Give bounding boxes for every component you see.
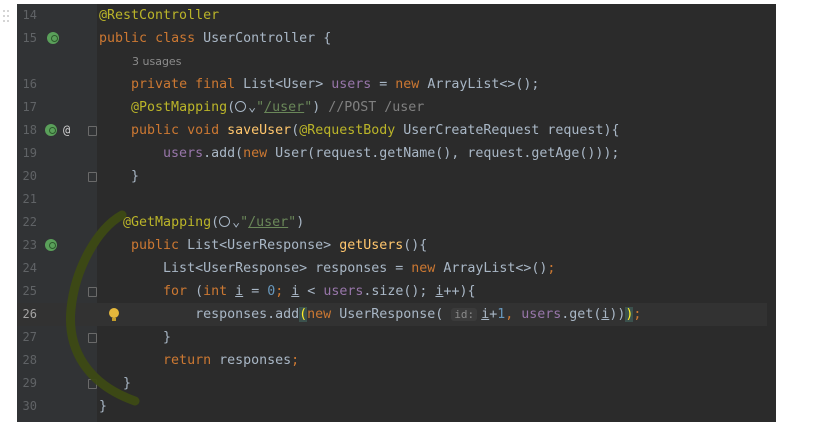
line-number: 18: [22, 123, 37, 137]
line-number: 20: [22, 169, 37, 183]
handdrawn-bracket-annotation: [66, 210, 140, 406]
code-line[interactable]: 14 @RestController: [17, 4, 776, 27]
code-line[interactable]: 17 @PostMapping(⌄"/user") //POST /user: [17, 96, 776, 119]
usages-line: 3 usages: [17, 50, 776, 73]
spring-bean-icon[interactable]: [47, 32, 59, 44]
vertical-scrollbar[interactable]: [767, 4, 776, 422]
url-globe-icon[interactable]: [219, 216, 231, 227]
line-number: 24: [22, 261, 37, 275]
line-number: 28: [22, 353, 37, 367]
line-number: 25: [22, 284, 37, 298]
line-number: 17: [22, 100, 37, 114]
line-number: 15: [22, 31, 37, 45]
drag-handle[interactable]: [3, 10, 11, 30]
annotation: @RestController: [99, 8, 220, 23]
line-number: 23: [22, 238, 37, 252]
line-number: 26: [22, 307, 37, 321]
endpoint-icon[interactable]: [45, 124, 57, 136]
url-link[interactable]: /user: [248, 215, 288, 230]
line-number: 22: [22, 215, 37, 229]
endpoint-icon[interactable]: [45, 239, 57, 251]
parameter-hint: id:: [451, 308, 478, 321]
usages-hint[interactable]: 3 usages: [132, 50, 181, 73]
fold-icon[interactable]: [88, 126, 97, 136]
code-line[interactable]: 16 private final List<User> users = new …: [17, 73, 776, 96]
line-number: 14: [22, 8, 37, 22]
line-number: 16: [22, 77, 37, 91]
line-number: 30: [22, 399, 37, 413]
url-globe-icon[interactable]: [235, 101, 247, 112]
line-number: 27: [22, 330, 37, 344]
code-line[interactable]: 21: [17, 188, 776, 211]
code-line[interactable]: 19 users.add(new User(request.getName(),…: [17, 142, 776, 165]
fold-icon[interactable]: [88, 172, 97, 182]
code-line[interactable]: 18 @ public void saveUser(@RequestBody U…: [17, 119, 776, 142]
at-icon[interactable]: @: [63, 119, 70, 142]
code-editor[interactable]: 14 @RestController 15 public class UserC…: [17, 4, 776, 422]
line-number: 21: [22, 192, 37, 206]
code-line[interactable]: 20 }: [17, 165, 776, 188]
line-number: 29: [22, 376, 37, 390]
url-link[interactable]: /user: [264, 100, 304, 115]
line-number: 19: [22, 146, 37, 160]
code-line[interactable]: 15 public class UserController {: [17, 27, 776, 50]
